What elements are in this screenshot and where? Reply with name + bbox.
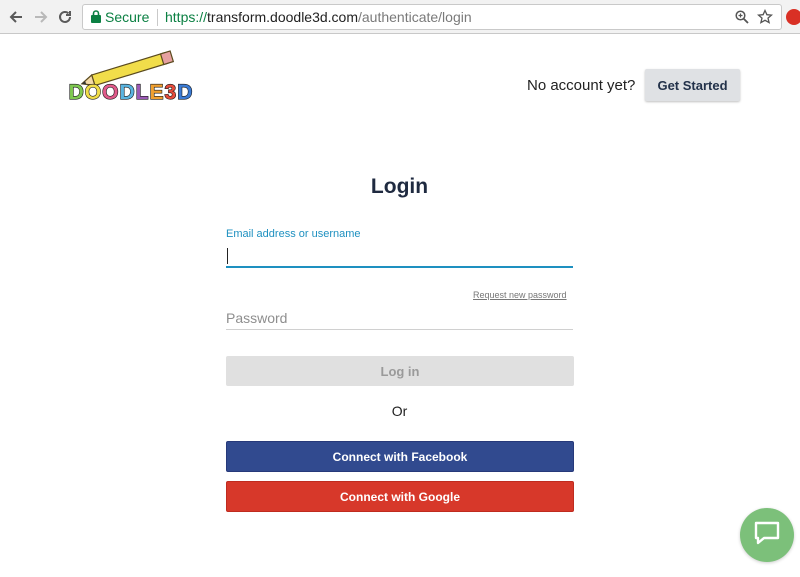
email-label: Email address or username (226, 228, 361, 240)
text-cursor (227, 248, 228, 264)
address-divider (157, 9, 158, 26)
url-host: transform.doodle3d.com (207, 9, 358, 25)
secure-label: Secure (105, 9, 150, 25)
no-account-text: No account yet? (527, 77, 636, 94)
browser-toolbar: Secure https://transform.doodle3d.com/au… (0, 0, 800, 34)
google-login-button[interactable]: Connect with Google (226, 481, 574, 512)
password-field[interactable] (226, 306, 573, 330)
bookmark-star-icon[interactable] (756, 8, 774, 28)
svg-text:DOODLE3D: DOODLE3D (69, 81, 194, 104)
request-password-link[interactable]: Request new password (473, 290, 567, 300)
chat-widget-button[interactable] (740, 508, 794, 562)
or-divider-text: Or (391, 403, 408, 419)
zoom-icon[interactable] (735, 10, 749, 27)
lock-icon (91, 10, 101, 26)
extension-icon[interactable] (786, 9, 800, 25)
forward-icon[interactable] (31, 7, 51, 27)
back-icon[interactable] (6, 7, 26, 27)
address-bar[interactable]: Secure https://transform.doodle3d.com/au… (82, 4, 782, 30)
page-title: Login (370, 175, 429, 198)
chat-bubble-icon (754, 521, 780, 550)
url-scheme: https:// (165, 9, 208, 25)
url-path: /authenticate/login (358, 9, 472, 25)
get-started-button[interactable]: Get Started (645, 69, 740, 101)
facebook-login-button[interactable]: Connect with Facebook (226, 441, 574, 472)
login-button[interactable]: Log in (226, 356, 574, 386)
url-text[interactable]: https://transform.doodle3d.com/authentic… (165, 9, 472, 25)
reload-icon[interactable] (55, 7, 75, 27)
email-field[interactable] (226, 244, 573, 268)
doodle3d-logo[interactable]: DOODLE3D (62, 50, 200, 105)
